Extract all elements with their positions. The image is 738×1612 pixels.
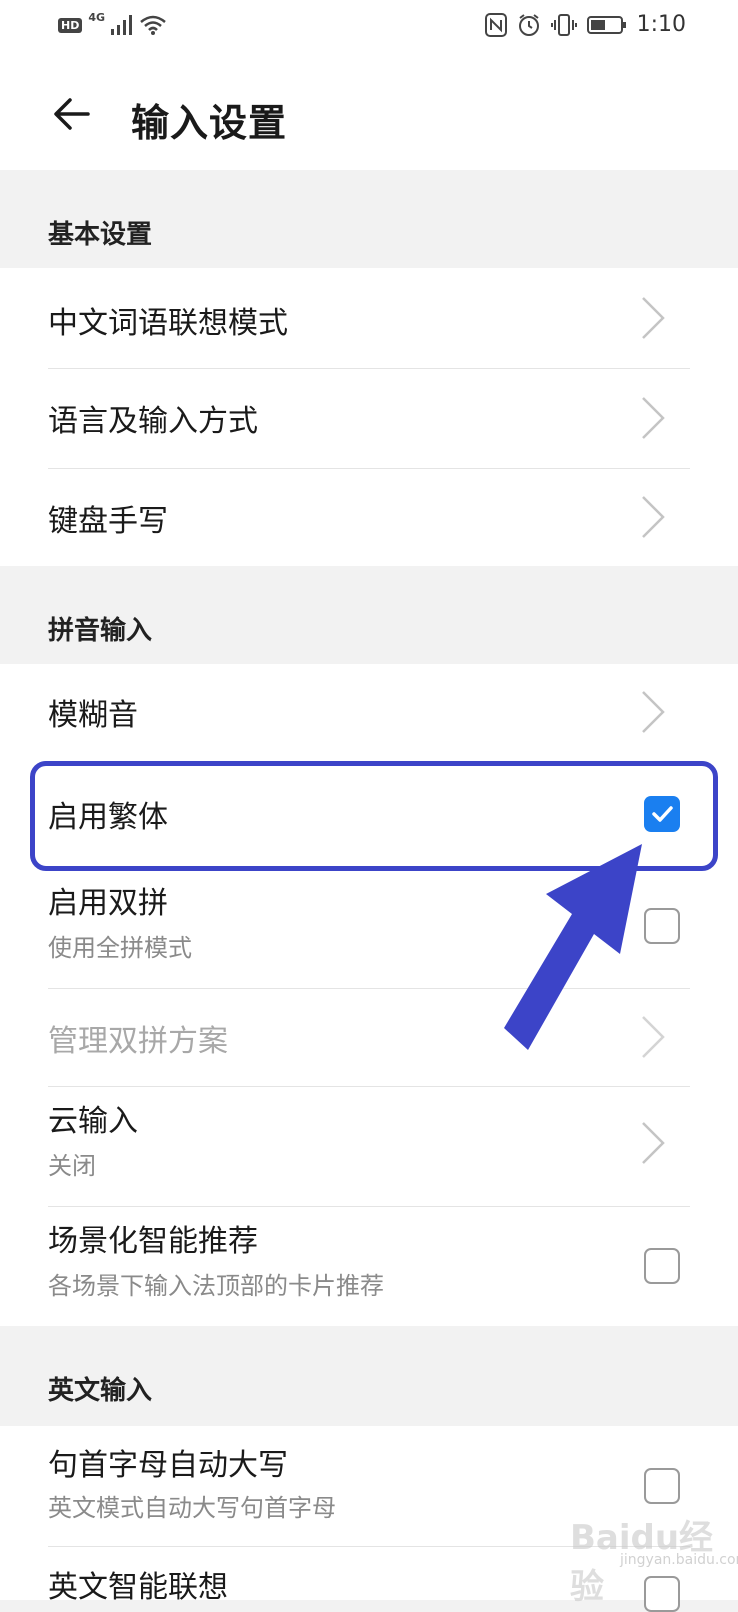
checkmark-icon bbox=[652, 806, 673, 822]
item-label: 启用繁体 bbox=[48, 800, 168, 835]
item-fuzzy-pinyin[interactable]: 模糊音 bbox=[0, 664, 738, 762]
nfc-icon bbox=[484, 12, 507, 37]
scene-recommend-checkbox[interactable] bbox=[644, 1248, 680, 1284]
auto-capitalize-checkbox[interactable] bbox=[644, 1468, 680, 1504]
item-subtitle: 关闭 bbox=[48, 1152, 96, 1180]
item-subtitle: 各场景下输入法顶部的卡片推荐 bbox=[48, 1272, 384, 1300]
hd-badge: HD bbox=[58, 17, 83, 33]
title-bar: 输入设置 bbox=[0, 58, 738, 170]
item-shuangpin[interactable]: 启用双拼 使用全拼模式 bbox=[0, 866, 738, 988]
item-language-input[interactable]: 语言及输入方式 bbox=[0, 368, 738, 468]
chevron-right-icon bbox=[642, 496, 665, 538]
watermark-sub: jingyan.baidu.com bbox=[620, 1552, 738, 1568]
signal-icon bbox=[111, 15, 133, 35]
page-title: 输入设置 bbox=[131, 101, 288, 145]
back-button[interactable] bbox=[48, 88, 100, 140]
network-type: 4G bbox=[88, 10, 106, 24]
item-label: 句首字母自动大写 bbox=[48, 1448, 288, 1483]
item-label: 语言及输入方式 bbox=[48, 404, 258, 439]
vibrate-icon bbox=[550, 13, 577, 36]
battery-icon bbox=[586, 15, 626, 34]
status-left: HD 4G bbox=[58, 10, 167, 36]
clock: 1:10 bbox=[636, 12, 686, 37]
chevron-right-icon bbox=[642, 1122, 665, 1164]
item-traditional-chinese[interactable]: 启用繁体 bbox=[0, 762, 738, 866]
status-right: 1:10 bbox=[484, 12, 686, 37]
section-title-basic: 基本设置 bbox=[48, 220, 153, 250]
item-subtitle: 使用全拼模式 bbox=[48, 934, 192, 962]
item-subtitle: 英文模式自动大写句首字母 bbox=[48, 1494, 336, 1522]
status-bar: HD 4G 1:10 bbox=[0, 0, 738, 58]
section-header-english: 英文输入 bbox=[0, 1326, 738, 1426]
section-title-pinyin: 拼音输入 bbox=[48, 616, 153, 646]
section-header-pinyin: 拼音输入 bbox=[0, 566, 738, 664]
card-basic: 中文词语联想模式 语言及输入方式 键盘手写 bbox=[0, 268, 738, 566]
item-label: 中文词语联想模式 bbox=[48, 306, 288, 341]
item-label: 键盘手写 bbox=[48, 504, 168, 539]
traditional-chinese-checkbox[interactable] bbox=[644, 796, 680, 832]
item-manage-shuangpin: 管理双拼方案 bbox=[0, 988, 738, 1086]
item-label: 管理双拼方案 bbox=[48, 1024, 228, 1059]
item-word-association[interactable]: 中文词语联想模式 bbox=[0, 268, 738, 368]
item-cloud-input[interactable]: 云输入 关闭 bbox=[0, 1086, 738, 1206]
item-keyboard-handwriting[interactable]: 键盘手写 bbox=[0, 468, 738, 566]
arrow-left-icon bbox=[54, 98, 90, 130]
card-pinyin: 模糊音 启用繁体 启用双拼 使用全拼模式 管理双拼方案 云输入 关闭 场景化智能… bbox=[0, 664, 738, 1326]
wifi-icon bbox=[140, 15, 166, 35]
item-label: 云输入 bbox=[48, 1104, 138, 1139]
section-title-english: 英文输入 bbox=[48, 1376, 153, 1406]
chevron-right-icon bbox=[642, 297, 665, 339]
chevron-right-icon bbox=[642, 397, 665, 439]
item-label: 英文智能联想 bbox=[48, 1570, 228, 1605]
item-label: 模糊音 bbox=[48, 698, 138, 733]
chevron-right-icon bbox=[642, 691, 665, 733]
chevron-right-icon bbox=[642, 1016, 665, 1058]
item-label: 启用双拼 bbox=[48, 886, 168, 921]
item-scene-recommend[interactable]: 场景化智能推荐 各场景下输入法顶部的卡片推荐 bbox=[0, 1206, 738, 1326]
shuangpin-checkbox[interactable] bbox=[644, 908, 680, 944]
section-header-basic: 基本设置 bbox=[0, 170, 738, 268]
item-label: 场景化智能推荐 bbox=[48, 1224, 258, 1259]
alarm-icon bbox=[518, 13, 539, 36]
